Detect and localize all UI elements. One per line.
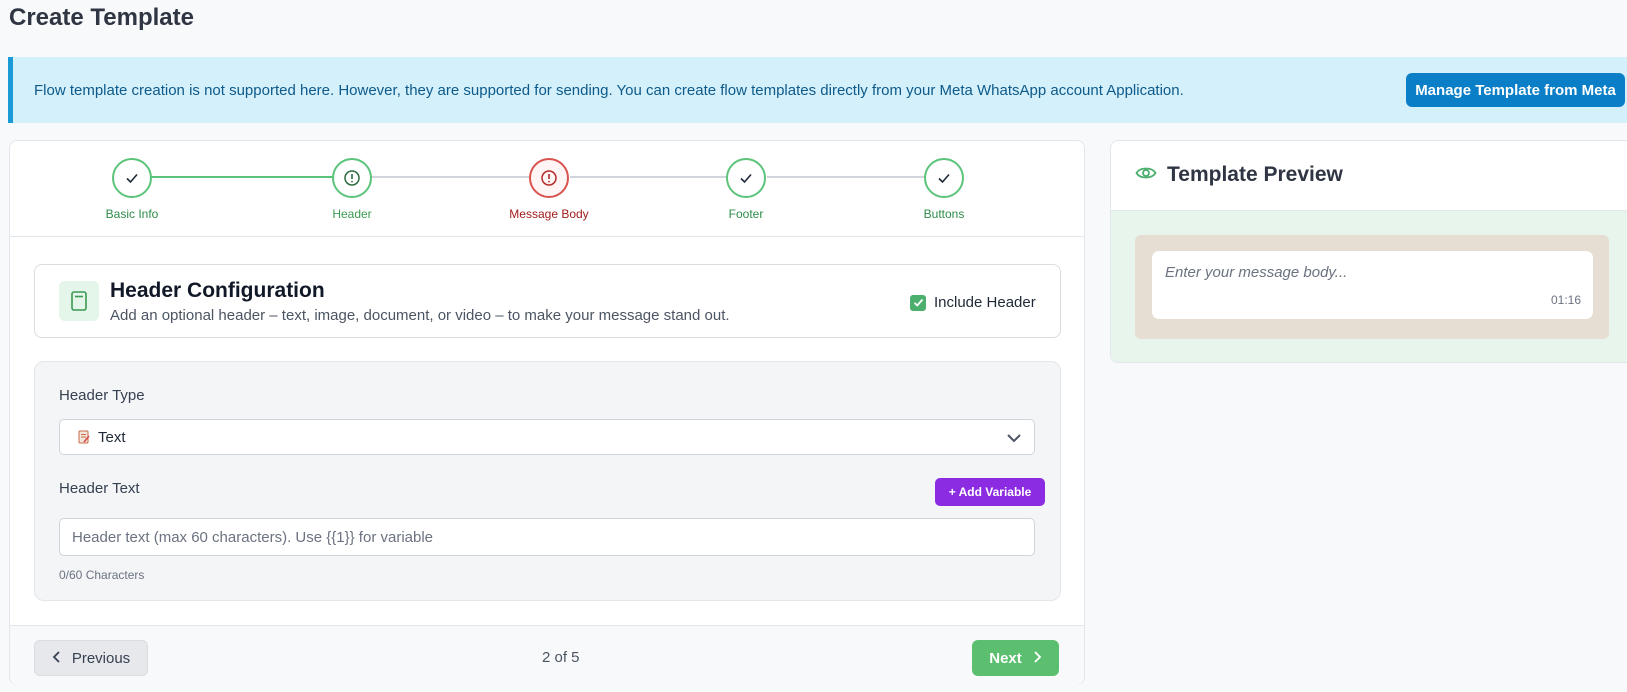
preview-title: Template Preview <box>1167 163 1343 186</box>
step-label: Buttons <box>923 207 965 221</box>
include-header-toggle[interactable]: Include Header <box>910 294 1036 311</box>
chat-background: Enter your message body... 01:16 <box>1135 235 1609 339</box>
page-indicator: 2 of 5 <box>542 649 580 666</box>
step-label: Message Body <box>509 207 589 221</box>
manage-template-meta-button[interactable]: Manage Template from Meta <box>1406 73 1625 107</box>
next-button[interactable]: Next <box>972 640 1059 676</box>
check-icon <box>112 158 152 198</box>
character-count: 0/60 Characters <box>59 568 145 582</box>
message-placeholder: Enter your message body... <box>1165 264 1348 281</box>
previous-label: Previous <box>71 649 131 667</box>
header-config-subtitle: Add an optional header – text, image, do… <box>110 307 730 324</box>
eye-icon <box>1135 165 1157 186</box>
check-icon <box>726 158 766 198</box>
header-configuration-card: Header Configuration Add an optional hea… <box>34 264 1061 338</box>
chevron-left-icon <box>52 650 62 667</box>
preview-body: Enter your message body... 01:16 <box>1111 211 1627 362</box>
header-type-label: Header Type <box>59 387 145 404</box>
message-bubble: Enter your message body... 01:16 <box>1152 251 1593 319</box>
include-header-label: Include Header <box>934 294 1036 311</box>
step-message-body[interactable]: Message Body <box>479 158 619 221</box>
header-form-panel: Header Type Text Header Text + Add Varia… <box>34 361 1061 601</box>
step-label: Footer <box>728 207 764 221</box>
memo-icon <box>78 430 90 444</box>
navigation-footer: Previous 2 of 5 Next <box>10 625 1084 685</box>
header-config-title: Header Configuration <box>110 279 325 302</box>
header-type-value: Text <box>98 429 126 446</box>
document-icon <box>59 281 99 321</box>
info-banner: Flow template creation is not supported … <box>8 57 1627 123</box>
header-text-label: Header Text <box>59 480 140 497</box>
check-icon <box>924 158 964 198</box>
header-text-input[interactable] <box>59 518 1035 556</box>
stepper: Basic Info Header Message Body Footer Bu <box>10 141 1084 237</box>
add-variable-button[interactable]: + Add Variable <box>935 478 1045 506</box>
header-type-select[interactable]: Text <box>59 419 1035 455</box>
step-footer[interactable]: Footer <box>676 158 816 221</box>
preview-header: Template Preview <box>1111 141 1627 211</box>
alert-circle-icon <box>332 158 372 198</box>
chevron-right-icon <box>1032 650 1042 667</box>
alert-circle-icon <box>529 158 569 198</box>
step-basic-info[interactable]: Basic Info <box>62 158 202 221</box>
message-time: 01:16 <box>1550 293 1581 307</box>
step-label: Header <box>332 207 372 221</box>
page-title: Create Template <box>9 4 194 31</box>
next-label: Next <box>989 649 1022 667</box>
template-form-card: Basic Info Header Message Body Footer Bu <box>9 140 1085 685</box>
step-buttons[interactable]: Buttons <box>874 158 1014 221</box>
step-label: Basic Info <box>105 207 159 221</box>
include-header-checkbox[interactable] <box>910 294 926 311</box>
banner-text: Flow template creation is not supported … <box>34 82 1184 99</box>
template-preview-card: Template Preview Enter your message body… <box>1110 140 1627 363</box>
chevron-down-icon <box>1006 430 1022 451</box>
step-header[interactable]: Header <box>282 158 422 221</box>
previous-button[interactable]: Previous <box>34 640 148 676</box>
